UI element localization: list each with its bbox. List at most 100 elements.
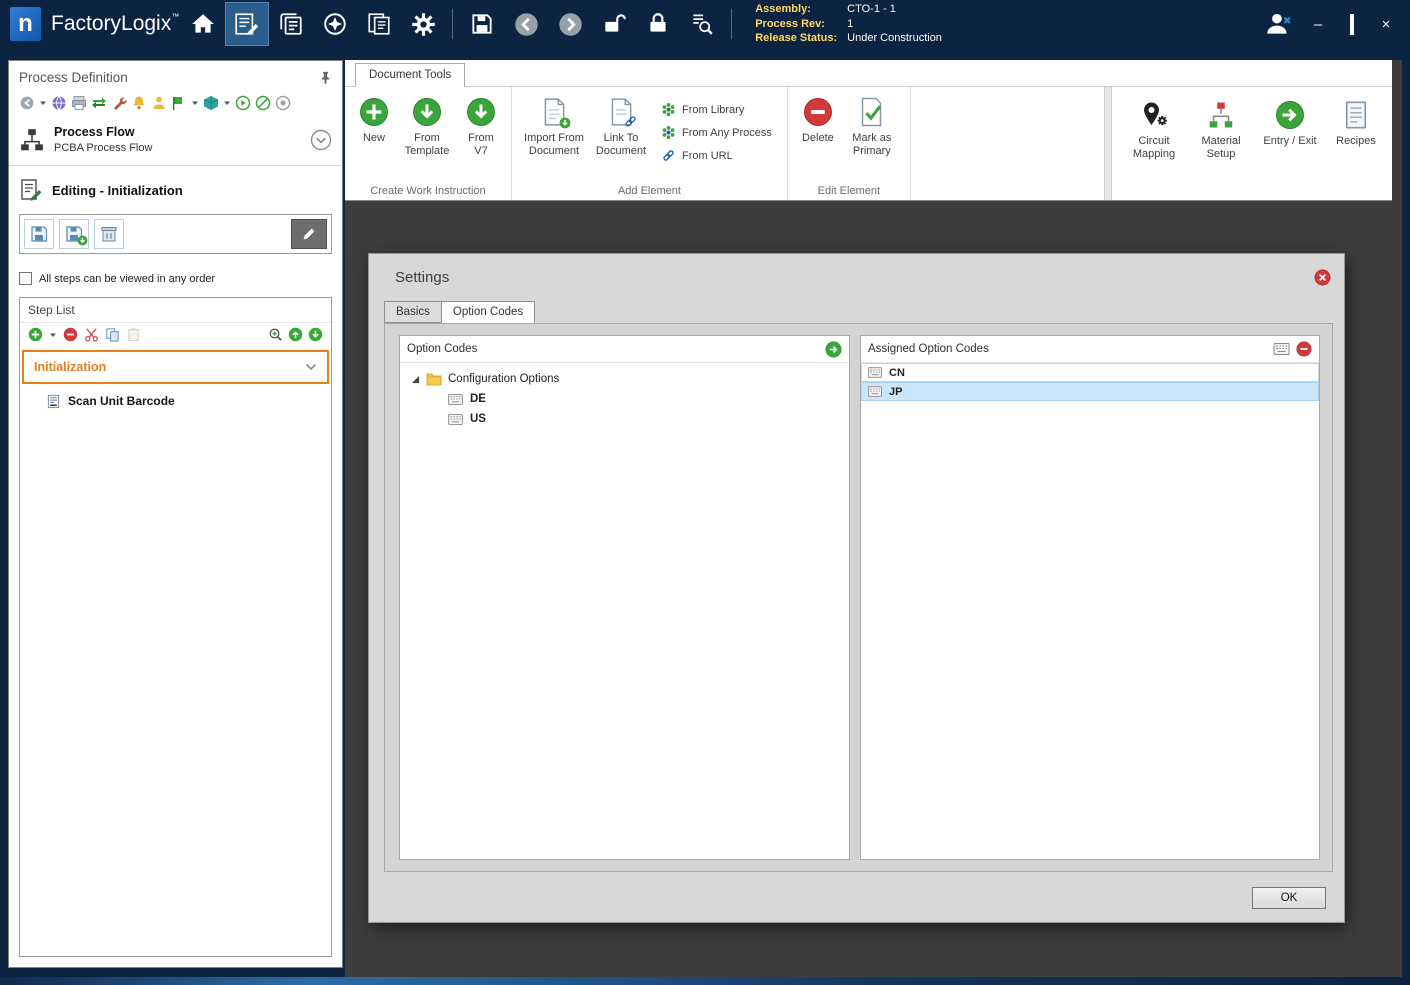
chevron-down-icon[interactable] — [39, 99, 47, 107]
assigned-item-cn[interactable]: CN — [861, 363, 1319, 382]
tree-node-de[interactable]: DE — [406, 389, 843, 409]
tree-expander-icon[interactable] — [411, 375, 420, 384]
save-as-template-button[interactable] — [59, 219, 89, 249]
record-icon[interactable] — [275, 95, 291, 111]
option-codes-tree: Configuration Options DE US — [400, 363, 849, 435]
mark-as-primary-button[interactable]: Mark as Primary — [841, 92, 903, 158]
refresh-icon[interactable] — [19, 95, 35, 111]
remove-assigned-button[interactable] — [1296, 341, 1312, 357]
tree-node-us[interactable]: US — [406, 409, 843, 429]
sync-icon[interactable] — [91, 95, 107, 111]
back-button[interactable] — [505, 3, 547, 45]
group-edit-element: Delete Mark as Primary Edit Element — [788, 87, 911, 200]
zoom-step-icon[interactable] — [268, 327, 283, 342]
assigned-item-jp[interactable]: JP — [861, 382, 1319, 401]
print-icon[interactable] — [71, 95, 87, 111]
save-button[interactable] — [461, 3, 503, 45]
circuit-mapping-button[interactable]: Circuit Mapping — [1124, 91, 1184, 161]
start-icon[interactable] — [235, 95, 251, 111]
settings-button[interactable] — [402, 3, 444, 45]
from-template-button[interactable]: From Template — [396, 92, 458, 158]
chevron-down-icon[interactable] — [191, 99, 199, 107]
from-v7-button[interactable]: From V7 — [458, 92, 504, 158]
cut-icon[interactable] — [84, 327, 99, 342]
step-item-initialization[interactable]: Initialization — [22, 350, 329, 384]
move-up-icon[interactable] — [288, 327, 303, 342]
option-code-icon[interactable] — [1273, 343, 1290, 355]
recipes-button[interactable]: Recipes — [1330, 91, 1382, 148]
dispatch-button[interactable] — [314, 3, 356, 45]
archive-button[interactable] — [94, 219, 124, 249]
add-step-icon[interactable] — [28, 327, 43, 342]
entry-exit-button[interactable]: Entry / Exit — [1258, 91, 1322, 148]
reports-button[interactable] — [358, 3, 400, 45]
tools-icon[interactable] — [111, 95, 127, 111]
maximize-button[interactable] — [1344, 13, 1360, 35]
home-button[interactable] — [182, 3, 224, 45]
audit-icon — [689, 11, 715, 37]
lock-icon — [645, 11, 671, 37]
any-order-checkbox-row: All steps can be viewed in any order — [9, 264, 342, 297]
from-library-button[interactable]: From Library — [657, 100, 776, 119]
tree-node-configuration-options[interactable]: Configuration Options — [406, 369, 843, 389]
ok-button[interactable]: OK — [1252, 887, 1326, 909]
user-icon[interactable] — [151, 95, 167, 111]
material-setup-button[interactable]: Material Setup — [1192, 91, 1250, 161]
move-down-icon[interactable] — [308, 327, 323, 342]
dialog-close-button[interactable] — [1314, 269, 1331, 286]
globe-icon[interactable] — [51, 95, 67, 111]
process-flow-header[interactable]: Process Flow PCBA Process Flow — [9, 118, 342, 163]
paste-icon[interactable] — [126, 327, 141, 342]
audit-search-button[interactable] — [681, 3, 723, 45]
link-to-document-button[interactable]: Link To Document — [589, 92, 653, 158]
alert-icon[interactable] — [131, 95, 147, 111]
reports-icon — [366, 11, 392, 37]
new-button[interactable]: New — [352, 92, 396, 145]
package-icon[interactable] — [203, 95, 219, 111]
from-url-button[interactable]: From URL — [657, 146, 776, 165]
chevron-down-icon[interactable] — [223, 99, 231, 107]
work-instruction-editor-button[interactable] — [225, 2, 270, 46]
delete-element-button[interactable]: Delete — [795, 92, 841, 145]
tab-option-codes[interactable]: Option Codes — [440, 301, 536, 323]
publish-icon[interactable] — [171, 95, 187, 111]
unlock-button[interactable] — [593, 3, 635, 45]
group-label: Create Work Instruction — [370, 185, 486, 197]
save-document-button[interactable] — [24, 219, 54, 249]
minimize-button[interactable]: – — [1310, 17, 1326, 32]
templates-button[interactable] — [270, 3, 312, 45]
from-any-process-button[interactable]: From Any Process — [657, 123, 776, 142]
editing-title: Editing - Initialization — [52, 182, 183, 198]
step-item-scan-unit-barcode[interactable]: Scan Unit Barcode — [22, 387, 329, 415]
tab-basics[interactable]: Basics — [384, 301, 442, 323]
panel-title: Process Definition — [19, 70, 128, 85]
close-button[interactable]: × — [1378, 17, 1394, 32]
divider — [9, 165, 342, 166]
ribbon-right-panel: Circuit Mapping Material Setup Entry / E… — [1112, 87, 1392, 200]
tab-document-tools[interactable]: Document Tools — [355, 63, 466, 87]
templates-icon — [278, 11, 304, 37]
unlock-icon — [601, 11, 627, 37]
collapse-circle-icon[interactable] — [310, 129, 332, 151]
titlebar: n FactoryLogix™ Assembly: CTO-1 - 1 Proc… — [0, 0, 1410, 48]
lock-button[interactable] — [637, 3, 679, 45]
ribbon: Document Tools New From Template From V7… — [345, 60, 1392, 201]
remove-step-icon[interactable] — [63, 327, 78, 342]
import-from-document-button[interactable]: Import From Document — [519, 92, 589, 158]
pin-icon[interactable] — [319, 71, 332, 84]
user-logoff-button[interactable] — [1257, 3, 1299, 45]
window-controls: – × — [1310, 13, 1394, 35]
save-icon — [469, 11, 495, 37]
assign-option-button[interactable] — [825, 341, 842, 358]
process-flow-subtitle: PCBA Process Flow — [54, 142, 153, 154]
edit-mode-button[interactable] — [291, 219, 327, 249]
step-list-toolbar — [20, 323, 331, 347]
assembly-label: Assembly: — [755, 3, 811, 16]
forward-button[interactable] — [549, 3, 591, 45]
block-icon[interactable] — [255, 95, 271, 111]
back-icon — [513, 11, 540, 38]
chevron-down-icon[interactable] — [305, 363, 317, 371]
copy-icon[interactable] — [105, 327, 120, 342]
chevron-down-icon[interactable] — [49, 331, 57, 339]
any-order-checkbox[interactable] — [19, 272, 32, 285]
